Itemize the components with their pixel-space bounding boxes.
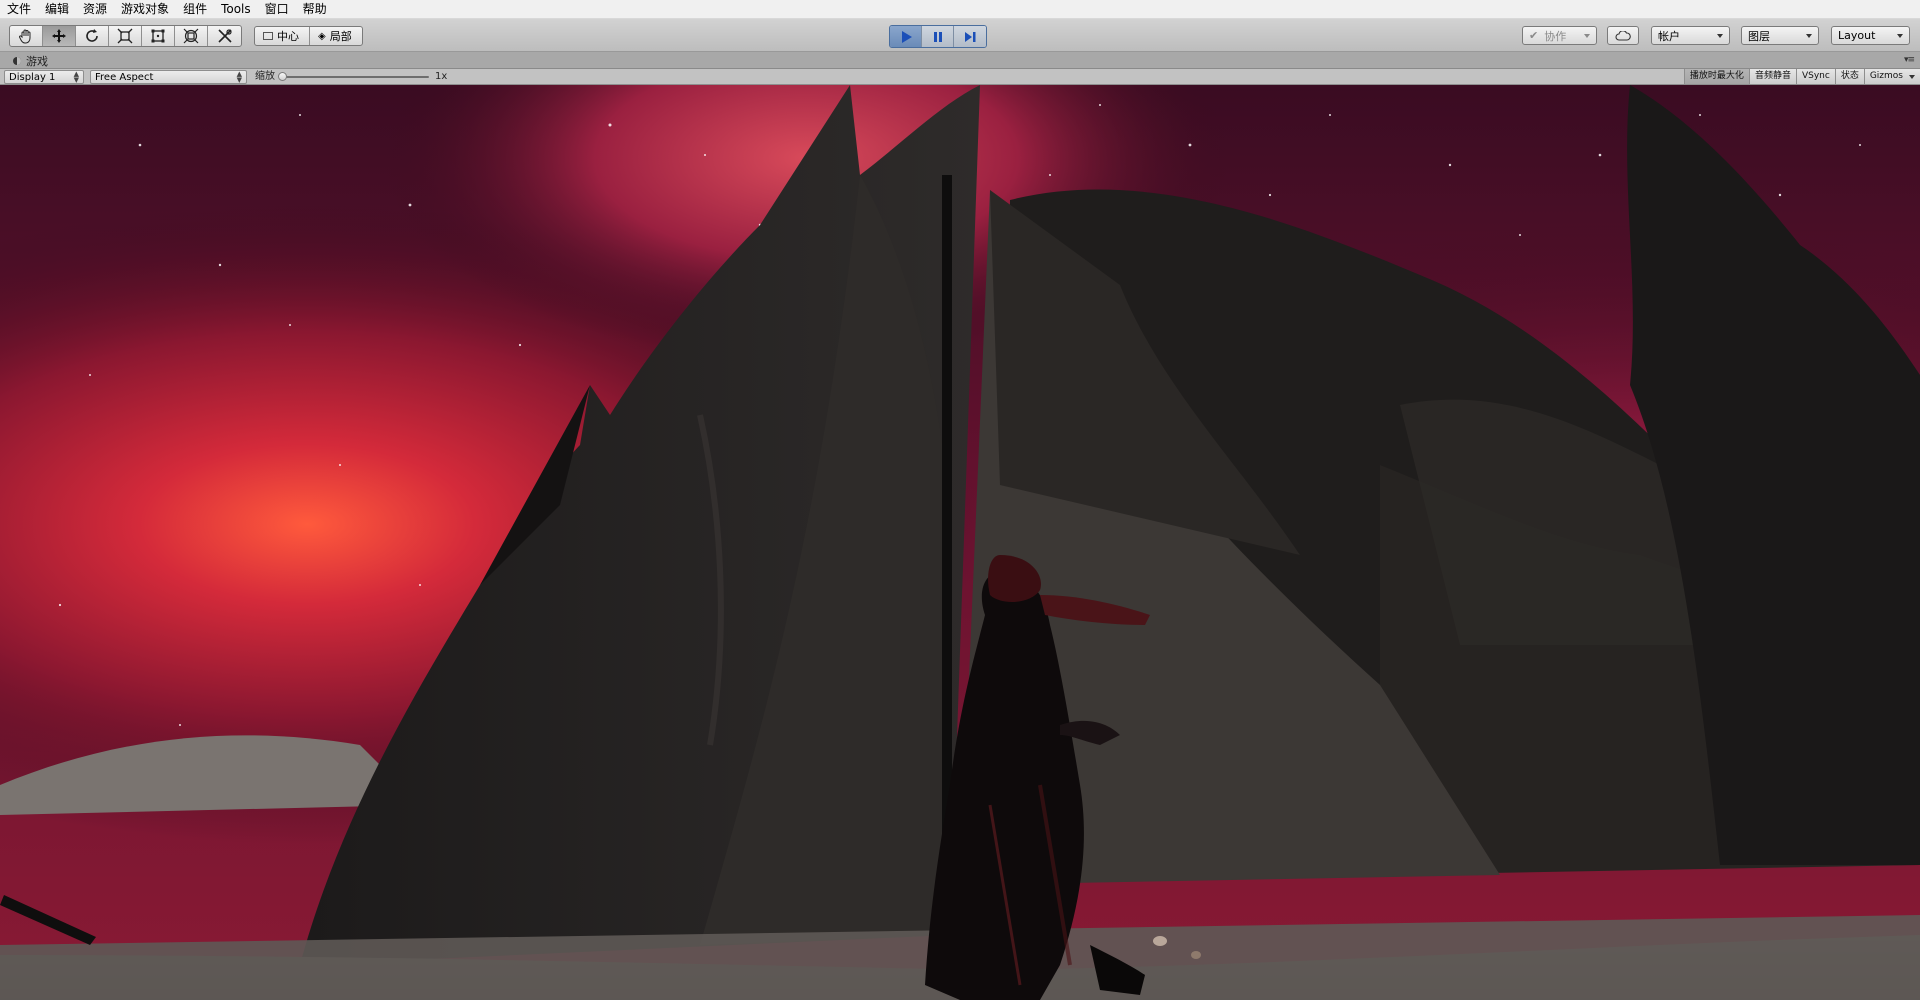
custom-tool-icon xyxy=(217,29,232,43)
chevron-down-icon xyxy=(1909,74,1915,79)
menu-help[interactable]: 帮助 xyxy=(296,0,334,19)
mute-audio-toggle[interactable]: 音频静音 xyxy=(1748,69,1796,84)
game-viewport[interactable] xyxy=(0,85,1920,1000)
vsync-label: VSync xyxy=(1801,71,1830,81)
pivot-local-label: 局部 xyxy=(329,30,352,43)
cloud-icon xyxy=(1615,30,1631,41)
pivot-center-button[interactable]: 中心 xyxy=(255,27,310,45)
maximize-on-play-toggle[interactable]: 播放时最大化 xyxy=(1683,69,1749,84)
aspect-dropdown[interactable]: Free Aspect ▲ ▼ xyxy=(90,70,247,84)
stats-label: 状态 xyxy=(1840,71,1859,81)
gizmos-label: Gizmos xyxy=(1869,71,1903,81)
scale-slider-track[interactable] xyxy=(281,76,429,78)
scale-tool-button[interactable] xyxy=(109,26,142,46)
scale-slider-thumb[interactable] xyxy=(278,72,287,81)
hand-tool-button[interactable] xyxy=(10,26,43,46)
collab-label: 协作 xyxy=(1544,29,1567,43)
hand-icon xyxy=(19,29,31,44)
rect-tool-icon xyxy=(151,29,165,43)
chevron-down-icon xyxy=(1717,33,1723,38)
menu-gameobject[interactable]: 游戏对象 xyxy=(114,0,176,19)
transform-tools xyxy=(9,25,242,47)
chevron-down-icon xyxy=(1897,33,1903,38)
game-view-icon xyxy=(13,57,21,65)
local-space-icon: ◈ xyxy=(318,30,326,42)
chevron-down-icon xyxy=(1584,33,1590,38)
vsync-toggle[interactable]: VSync xyxy=(1795,69,1835,84)
step-button[interactable] xyxy=(954,26,986,47)
layers-dropdown[interactable]: 图层 xyxy=(1741,26,1819,45)
pivot-center-icon xyxy=(263,32,273,40)
aspect-value: Free Aspect xyxy=(95,71,154,83)
play-button[interactable] xyxy=(890,26,922,47)
layers-label: 图层 xyxy=(1748,29,1770,43)
rotate-tool-button[interactable] xyxy=(76,26,109,46)
scale-icon xyxy=(117,28,133,44)
menu-window[interactable]: 窗口 xyxy=(258,0,296,19)
pivot-local-button[interactable]: ◈ 局部 xyxy=(310,27,362,45)
cloud-button[interactable] xyxy=(1607,26,1639,45)
layout-label: Layout xyxy=(1838,29,1876,42)
tab-menu-icon[interactable]: ▾≡ xyxy=(1904,55,1915,65)
gizmos-dropdown[interactable]: Gizmos xyxy=(1863,69,1920,84)
game-scene xyxy=(0,85,1920,1000)
move-tool-button[interactable] xyxy=(43,26,76,46)
rect-tool-button[interactable] xyxy=(142,26,175,46)
mute-label: 音频静音 xyxy=(1754,71,1791,81)
game-view-header: Display 1 ▲ ▼ Free Aspect ▲ ▼ 缩放 1x 播放时最大化… xyxy=(0,69,1920,85)
scale-label: 缩放 xyxy=(255,71,275,82)
main-toolbar: 中心 ◈ 局部 ✔ 协作 帐户 图层 Layout xyxy=(0,19,1920,52)
chevron-down-icon xyxy=(1806,33,1812,38)
move-icon xyxy=(52,29,66,43)
step-icon xyxy=(965,31,976,42)
account-dropdown[interactable]: 帐户 xyxy=(1651,26,1730,45)
transform-tool-button[interactable] xyxy=(175,26,208,46)
menu-assets[interactable]: 资源 xyxy=(76,0,114,19)
display-value: Display 1 xyxy=(9,71,56,83)
menu-tools[interactable]: Tools xyxy=(214,0,258,19)
account-label: 帐户 xyxy=(1658,29,1680,43)
menu-component[interactable]: 组件 xyxy=(176,0,214,19)
stats-toggle[interactable]: 状态 xyxy=(1834,69,1864,84)
layout-dropdown[interactable]: Layout xyxy=(1831,26,1910,45)
pivot-toggles: 中心 ◈ 局部 xyxy=(254,26,363,46)
playmode-controls xyxy=(889,25,987,48)
collab-dropdown[interactable]: ✔ 协作 xyxy=(1522,26,1597,45)
display-dropdown[interactable]: Display 1 ▲ ▼ xyxy=(4,70,84,84)
check-icon: ✔ xyxy=(1529,29,1539,42)
tab-game-label: 游戏 xyxy=(26,55,48,68)
menu-edit[interactable]: 编辑 xyxy=(38,0,76,19)
tab-game[interactable]: 游戏 xyxy=(6,53,58,69)
pause-icon xyxy=(933,31,942,42)
updown-arrows-icon: ▲ ▼ xyxy=(236,70,242,84)
maximize-label: 播放时最大化 xyxy=(1689,71,1744,81)
updown-arrows-icon: ▲ ▼ xyxy=(73,70,79,84)
scale-value: 1x xyxy=(435,71,448,82)
menu-bar: 文件 编辑 资源 游戏对象 组件 Tools 窗口 帮助 xyxy=(0,0,1920,19)
custom-tool-button[interactable] xyxy=(208,26,241,46)
rotate-icon xyxy=(86,29,98,42)
menu-file[interactable]: 文件 xyxy=(0,0,38,19)
pivot-center-label: 中心 xyxy=(277,30,299,43)
game-tab-bar: 游戏 ▾≡ xyxy=(0,52,1920,69)
game-view-toggles: 播放时最大化 音频静音 VSync 状态 Gizmos xyxy=(1683,69,1920,84)
transform-icon xyxy=(183,28,199,44)
pause-button[interactable] xyxy=(922,26,954,47)
play-icon xyxy=(901,30,912,43)
